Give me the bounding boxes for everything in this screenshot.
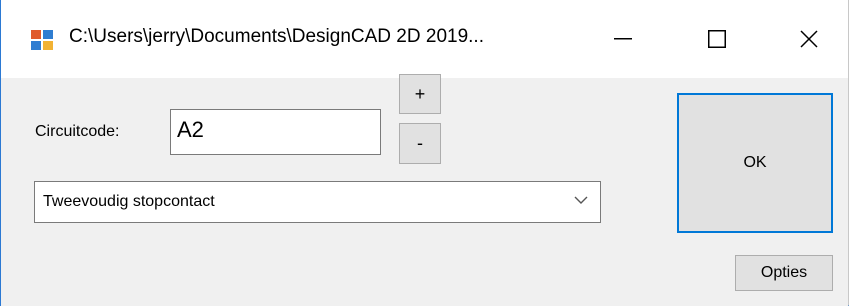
app-icon: [31, 30, 53, 50]
title-bar[interactable]: C:\Users\jerry\Documents\DesignCAD 2D 20…: [1, 0, 848, 78]
decrement-button[interactable]: -: [399, 123, 441, 164]
close-icon: [800, 30, 818, 48]
maximize-button[interactable]: [671, 0, 763, 78]
device-type-value: Tweevoudig stopcontact: [43, 193, 215, 210]
minimize-icon: [614, 38, 632, 40]
circuitcode-input[interactable]: A2: [170, 109, 381, 155]
options-button[interactable]: Opties: [735, 255, 833, 291]
dialog-window: C:\Users\jerry\Documents\DesignCAD 2D 20…: [0, 0, 849, 306]
minimize-button[interactable]: [577, 0, 669, 78]
maximize-icon: [708, 30, 726, 48]
ok-button[interactable]: OK: [677, 93, 833, 233]
window-title: C:\Users\jerry\Documents\DesignCAD 2D 20…: [69, 26, 484, 47]
circuitcode-label: Circuitcode:: [35, 123, 120, 140]
close-button[interactable]: [763, 0, 850, 78]
increment-button[interactable]: +: [399, 74, 441, 114]
device-type-select[interactable]: Tweevoudig stopcontact: [34, 181, 601, 223]
chevron-down-icon: [574, 196, 588, 204]
